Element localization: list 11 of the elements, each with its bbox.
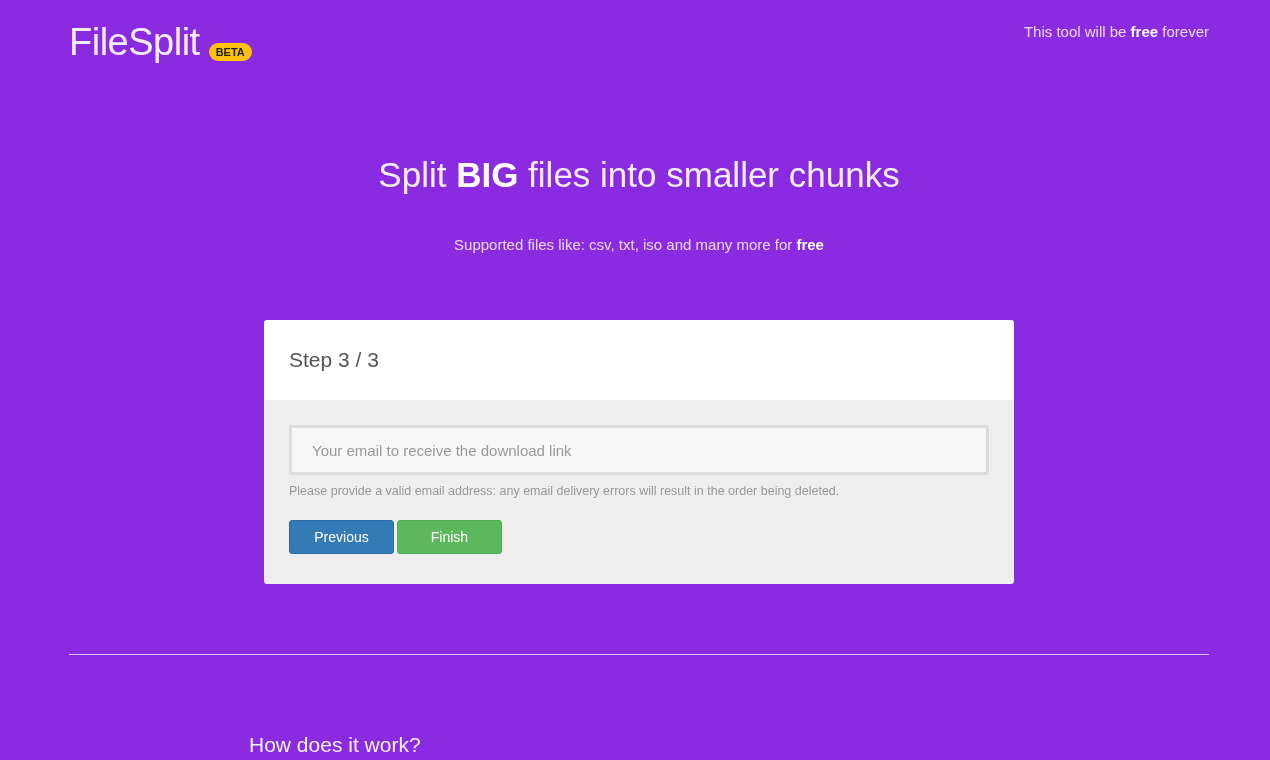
tagline-text: This tool will be free forever [1023,23,1209,41]
section-heading: How does it work? [249,732,422,758]
back-button[interactable]: Previous [289,520,394,554]
hero-subtitle: Supported files like: csv, txt, iso and many more for free [454,235,824,255]
help-text: Please provide a valid email address: any email delivery errors will result in the order being deleted. [289,483,840,500]
email-field[interactable]: Your email to receive the download link [289,425,989,475]
submit-button[interactable]: Finish [397,520,502,554]
beta-badge: BETA [208,43,252,61]
step-title: Step 3 / 3 [289,348,379,372]
app-logo[interactable]: FileSplit [69,20,200,64]
hero-title: Split BIG files into smaller chunks [378,154,900,196]
